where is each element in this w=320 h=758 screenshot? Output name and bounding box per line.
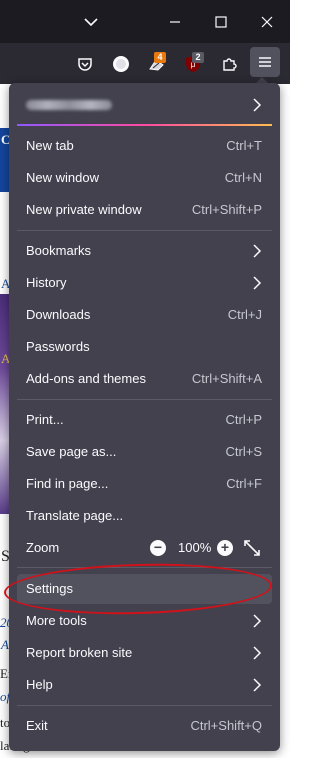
zoom-out-button[interactable]: − [150,540,166,556]
chevron-right-icon [253,678,262,692]
account-email-blurred [26,100,112,110]
list-all-tabs-chevron-icon[interactable] [68,0,114,43]
extensions-puzzle-icon[interactable] [216,51,242,77]
extension-circle-icon[interactable] [108,51,134,77]
menu-item-report-broken-site[interactable]: Report broken site [17,638,272,668]
app-menu-panel: New tab Ctrl+T New window Ctrl+N New pri… [9,83,280,751]
menu-item-find-in-page[interactable]: Find in page... Ctrl+F [17,469,272,499]
chevron-right-icon [253,646,262,660]
menu-item-help[interactable]: Help [17,670,272,700]
account-gradient-divider [17,124,272,126]
zoom-reset-button[interactable]: 100% [178,540,211,555]
fullscreen-icon[interactable] [243,539,261,557]
extension-puzzle-badge-icon[interactable]: 4 [144,51,170,77]
menu-separator [17,705,272,706]
menu-item-new-tab[interactable]: New tab Ctrl+T [17,131,272,161]
close-window-icon[interactable] [244,0,290,43]
badge-count: 2 [192,52,204,63]
menu-item-downloads[interactable]: Downloads Ctrl+J [17,300,272,330]
chevron-right-icon [253,614,262,628]
menu-item-new-private-window[interactable]: New private window Ctrl+Shift+P [17,195,272,225]
menu-item-zoom: Zoom − 100% + [17,533,272,563]
minimize-window-icon[interactable] [152,0,198,43]
app-menu-button[interactable] [250,47,280,77]
menu-separator [17,230,272,231]
maximize-window-icon[interactable] [198,0,244,43]
ublock-origin-icon[interactable]: μ 2 [180,51,206,77]
menu-item-new-window[interactable]: New window Ctrl+N [17,163,272,193]
pocket-icon[interactable] [72,51,98,77]
badge-count: 4 [154,52,166,63]
menu-item-translate-page[interactable]: Translate page... [17,501,272,531]
chevron-right-icon [253,244,262,258]
menu-item-exit[interactable]: Exit Ctrl+Shift+Q [17,711,272,741]
menu-item-save-page-as[interactable]: Save page as... Ctrl+S [17,437,272,467]
menu-item-addons-and-themes[interactable]: Add-ons and themes Ctrl+Shift+A [17,364,272,394]
zoom-in-button[interactable]: + [217,540,233,556]
hamburger-icon [259,57,271,67]
title-bar [0,0,290,43]
chevron-right-icon [253,276,262,290]
menu-item-history[interactable]: History [17,268,272,298]
account-row[interactable] [17,90,272,120]
menu-item-passwords[interactable]: Passwords [17,332,272,362]
nav-toolbar: 4 μ 2 [0,43,290,84]
menu-item-print[interactable]: Print... Ctrl+P [17,405,272,435]
chevron-right-icon [253,98,262,112]
menu-separator [17,399,272,400]
page-text-fragment: A [1,637,9,652]
menu-item-bookmarks[interactable]: Bookmarks [17,236,272,266]
